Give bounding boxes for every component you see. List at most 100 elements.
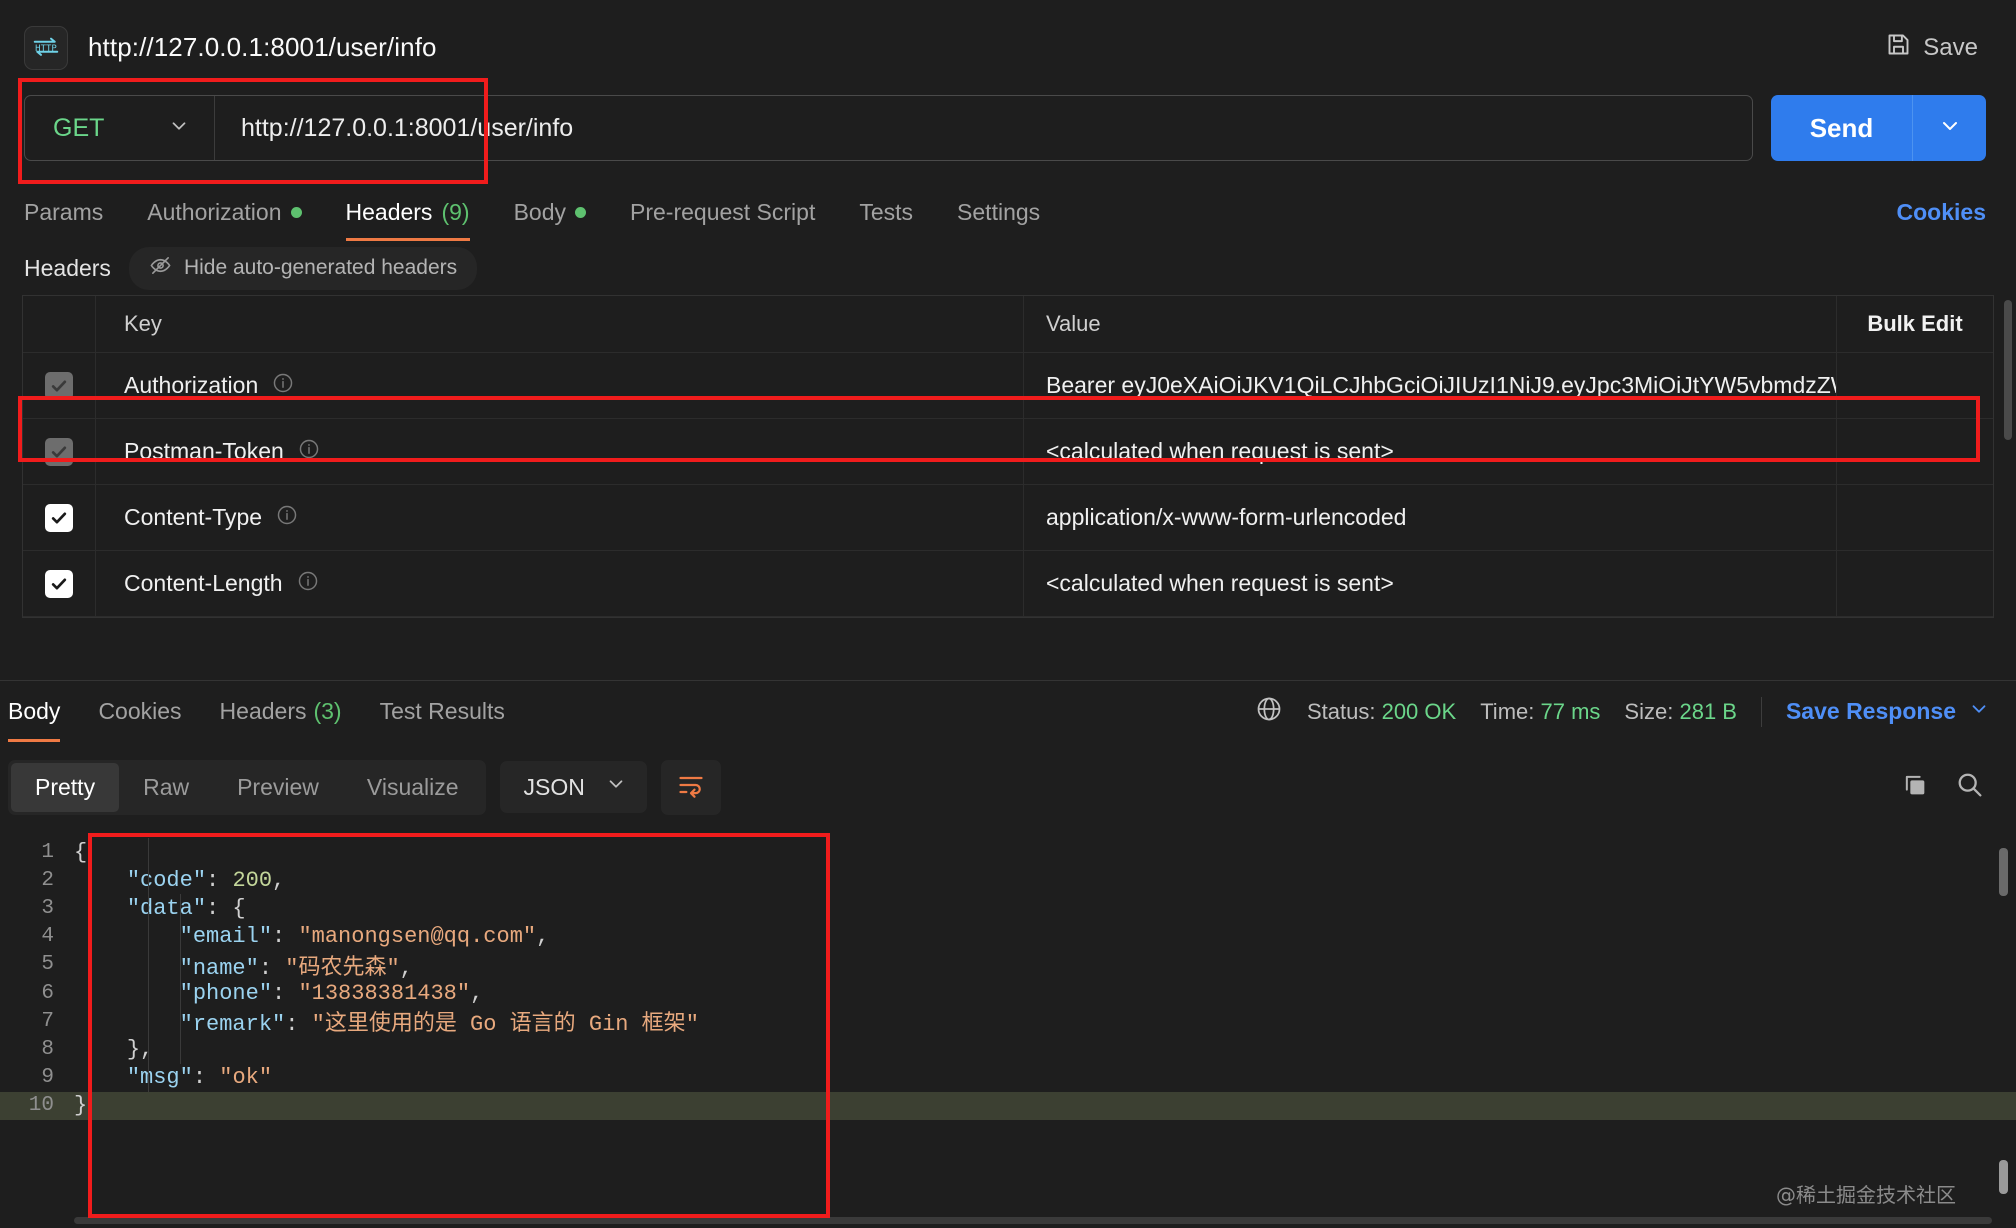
hide-auto-generated-headers-button[interactable]: Hide auto-generated headers	[128, 246, 478, 290]
response-tab-body-label: Body	[8, 698, 61, 724]
headers-section-title: Headers	[24, 254, 111, 281]
header-enabled-checkbox[interactable]	[45, 371, 73, 400]
tab-params-label: Params	[24, 199, 104, 225]
row-bulk-cell	[1837, 485, 1993, 550]
header-value-cell[interactable]: <calculated when request is sent>	[1024, 551, 1837, 616]
line-number: 8	[41, 1037, 54, 1061]
view-pretty-button[interactable]: Pretty	[11, 762, 120, 812]
header-value-cell[interactable]: Bearer eyJ0eXAiOiJKV1QiLCJhbGciOiJIUzI1N…	[1024, 353, 1837, 418]
search-button[interactable]	[1949, 764, 1990, 810]
request-pane-scrollbar[interactable]	[2004, 300, 2012, 440]
body-view-toolbar: Pretty Raw Preview Visualize JSON	[0, 748, 2016, 826]
view-raw-button[interactable]: Raw	[119, 763, 213, 812]
header-key-text: Postman-Token	[124, 438, 284, 464]
search-icon	[1955, 773, 1984, 803]
table-row[interactable]: Authorization Bearer eyJ0eXAiOiJKV1QiLCJ…	[23, 353, 1993, 419]
send-group: Send	[1771, 95, 1986, 161]
globe-icon[interactable]	[1255, 695, 1283, 729]
info-icon[interactable]	[298, 438, 320, 465]
tab-authorization-label: Authorization	[147, 199, 282, 225]
response-tab-cookies-label: Cookies	[98, 698, 182, 724]
save-button-label: Save	[1923, 33, 1978, 61]
json-email-value: manongsen@qq.com	[311, 924, 523, 950]
view-preview-button[interactable]: Preview	[213, 763, 343, 812]
svg-text:HTTP: HTTP	[35, 44, 57, 54]
body-status-dot	[575, 207, 586, 218]
header-key-cell[interactable]: Content-Length	[96, 551, 1024, 616]
info-icon[interactable]	[272, 372, 294, 399]
response-bar: Body Cookies Headers (3) Test Results St…	[0, 680, 2016, 742]
header-value-text: <calculated when request is sent>	[1046, 570, 1394, 596]
response-tab-test-results[interactable]: Test Results	[361, 681, 524, 742]
status-label-group: Status: 200 OK	[1307, 699, 1456, 725]
table-row[interactable]: Content-Length <calculated when request …	[23, 551, 1993, 617]
header-key-cell[interactable]: Postman-Token	[96, 419, 1024, 484]
table-row[interactable]: Postman-Token <calculated when request i…	[23, 419, 1993, 485]
tab-body-label: Body	[513, 199, 566, 225]
response-scrollbar-thumb[interactable]	[1999, 848, 2008, 896]
size-label-group: Size: 281 B	[1624, 699, 1737, 725]
info-icon[interactable]	[297, 570, 319, 597]
header-enabled-checkbox[interactable]	[45, 503, 73, 532]
send-options-button[interactable]	[1912, 95, 1986, 161]
line-number: 3	[41, 896, 54, 920]
bulk-edit-button[interactable]: Bulk Edit	[1837, 296, 1993, 352]
request-title-bar: HTTP http://127.0.0.1:8001/user/info Sav…	[0, 0, 2016, 95]
word-wrap-toggle[interactable]	[660, 759, 721, 815]
save-button[interactable]: Save	[1877, 25, 1986, 71]
info-icon[interactable]	[276, 504, 298, 531]
copy-button[interactable]	[1895, 765, 1935, 810]
header-value-cell[interactable]: <calculated when request is sent>	[1024, 419, 1837, 484]
tab-settings[interactable]: Settings	[935, 199, 1062, 241]
code-line: 6 "phone": "13838381438",	[0, 979, 2016, 1007]
response-tab-body[interactable]: Body	[0, 681, 79, 742]
tab-params[interactable]: Params	[24, 199, 125, 241]
tab-authorization[interactable]: Authorization	[125, 199, 323, 241]
chevron-down-icon	[168, 115, 190, 142]
tab-pre-request-script-label: Pre-request Script	[630, 199, 816, 225]
code-line: 3 "data": {	[0, 894, 2016, 922]
url-input[interactable]: http://127.0.0.1:8001/user/info	[215, 96, 1752, 160]
header-value-text: <calculated when request is sent>	[1046, 438, 1394, 464]
header-key-cell[interactable]: Content-Type	[96, 485, 1024, 550]
json-msg-value: ok	[232, 1065, 259, 1091]
tab-tests[interactable]: Tests	[837, 199, 935, 241]
line-number: 1	[41, 840, 54, 864]
json-phone-value: 13838381438	[311, 980, 457, 1006]
view-visualize-button[interactable]: Visualize	[343, 763, 483, 812]
header-enabled-checkbox[interactable]	[45, 569, 73, 598]
http-method-select[interactable]: GET	[25, 96, 215, 160]
cookies-link[interactable]: Cookies	[1897, 199, 1986, 241]
response-tab-test-results-label: Test Results	[379, 698, 505, 724]
line-number: 4	[41, 925, 54, 949]
response-tab-headers[interactable]: Headers (3)	[201, 681, 361, 742]
header-key-text: Content-Type	[124, 504, 263, 530]
size-value: 281 B	[1679, 698, 1737, 724]
table-header-row: Key Value Bulk Edit	[23, 296, 1993, 353]
code-horizontal-scrollbar[interactable]	[74, 1217, 1992, 1224]
header-key-cell[interactable]: Authorization	[96, 353, 1024, 418]
header-enabled-checkbox[interactable]	[45, 437, 73, 466]
response-tab-cookies[interactable]: Cookies	[79, 681, 200, 742]
save-response-button[interactable]: Save Response	[1786, 698, 1990, 726]
table-row[interactable]: Content-Type application/x-www-form-urle…	[23, 485, 1993, 551]
header-value-text: Bearer eyJ0eXAiOiJKV1QiLCJhbGciOiJIUzI1N…	[1046, 372, 1837, 398]
response-body-code[interactable]: 1 { 2 "code": 200, 3 "data": { 4 "email"…	[0, 826, 2016, 1228]
code-text: "msg": "ok"	[126, 1065, 273, 1091]
watermark: @稀土掘金技术社区	[1776, 1183, 1956, 1207]
eye-off-icon	[149, 254, 172, 283]
column-header-value: Value	[1024, 296, 1837, 352]
code-line: 9 "msg": "ok"	[0, 1064, 2016, 1092]
header-key-text: Authorization	[124, 372, 259, 398]
tab-headers[interactable]: Headers (9)	[324, 199, 492, 241]
send-button[interactable]: Send	[1771, 95, 1912, 161]
response-scrollbar-thumb-lower[interactable]	[1999, 1160, 2008, 1194]
tab-pre-request-script[interactable]: Pre-request Script	[608, 199, 837, 241]
chevron-down-icon	[1968, 698, 1990, 726]
tab-body[interactable]: Body	[492, 199, 608, 241]
header-value-cell[interactable]: application/x-www-form-urlencoded	[1024, 485, 1837, 550]
body-view-segmented-control: Pretty Raw Preview Visualize	[8, 759, 486, 815]
body-format-select[interactable]: JSON	[499, 761, 647, 813]
header-key-text: Content-Length	[124, 570, 283, 596]
request-tabs: Params Authorization Headers (9) Body Pr…	[0, 183, 2016, 241]
